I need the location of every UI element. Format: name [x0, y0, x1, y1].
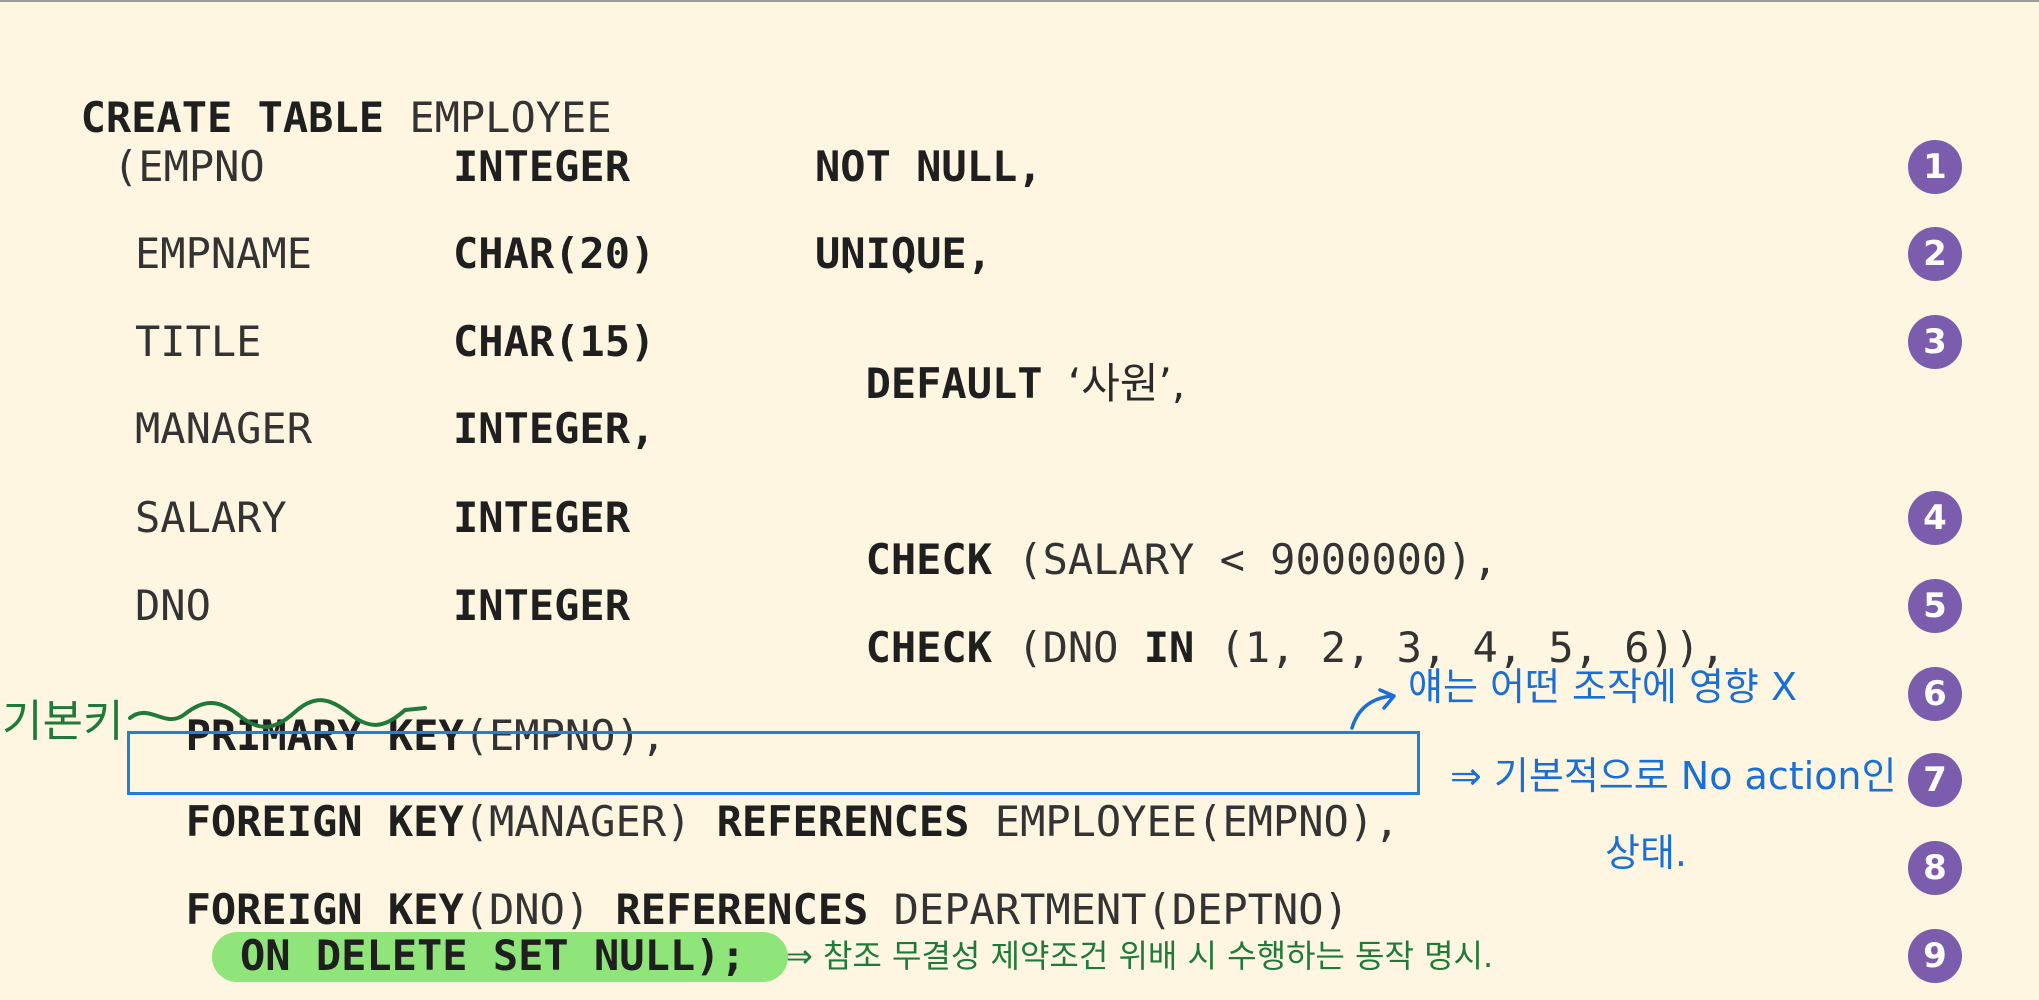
primary-key-handnote: 기본키 — [2, 696, 124, 747]
column-title-name: TITLE — [135, 317, 262, 366]
column-title-constraint: DEFAULT ‘사원’, — [815, 321, 1186, 408]
column-empno-constraint: NOT NULL, — [815, 142, 1043, 191]
check-keyword: CHECK — [865, 535, 993, 584]
column-empname-name: EMPNAME — [135, 229, 313, 278]
on-delete-handnote: ⇒ 참조 무결성 제약조건 위배 시 수행하는 동작 명시. — [786, 937, 1494, 975]
top-border — [0, 0, 2039, 2]
fk-handnote-top: 얘는 어떤 조작에 영향 X — [1408, 665, 1797, 709]
column-dno-type: INTEGER — [453, 581, 631, 630]
default-value: ‘사원’, — [1067, 359, 1186, 408]
column-salary-constraint: CHECK (SALARY < 9000000), — [815, 497, 1498, 581]
column-empname-constraint: UNIQUE, — [815, 229, 993, 278]
column-empno-name: (EMPNO — [113, 142, 265, 191]
column-salary-name: SALARY — [135, 493, 287, 542]
step-badge-1: 1 — [1908, 140, 1962, 194]
foreign-key-keyword: FOREIGN KEY — [185, 885, 464, 934]
step-badge-8: 8 — [1908, 841, 1962, 895]
step-badge-5: 5 — [1908, 579, 1962, 633]
check-keyword: CHECK — [865, 623, 993, 672]
fk-handnote-mid: ⇒ 기본적으로 No action인 — [1450, 754, 1897, 798]
step-badge-4: 4 — [1908, 491, 1962, 545]
step-badge-6: 6 — [1908, 667, 1962, 721]
column-empname-type: CHAR(20) — [453, 229, 656, 278]
foreign-key-keyword: FOREIGN KEY — [185, 797, 464, 846]
step-badge-7: 7 — [1908, 753, 1962, 807]
arrow-head-icon — [1378, 688, 1396, 710]
step-badge-2: 2 — [1908, 227, 1962, 281]
create-table-keyword: CREATE TABLE — [80, 93, 385, 142]
column-manager-type: INTEGER, — [453, 404, 656, 453]
fk-handnote-bottom: 상태. — [1605, 831, 1687, 875]
on-delete-set-null-clause: ON DELETE SET NULL); — [240, 931, 746, 980]
column-empno-type: INTEGER — [453, 142, 631, 191]
references-keyword: REFERENCES — [615, 885, 869, 934]
column-title-type: CHAR(15) — [453, 317, 656, 366]
column-dno-constraint: CHECK (DNO IN (1, 2, 3, 4, 5, 6)), — [865, 623, 1726, 672]
arrow-curve — [1350, 694, 1394, 730]
create-table-line: CREATE TABLE EMPLOYEE — [30, 55, 612, 139]
check-expression: (SALARY < 9000000), — [1017, 535, 1498, 584]
column-salary-type: INTEGER — [453, 493, 631, 542]
in-keyword: IN — [1143, 623, 1195, 672]
step-badge-9: 9 — [1908, 929, 1962, 983]
column-dno-name: DNO — [135, 581, 211, 630]
step-badge-3: 3 — [1908, 315, 1962, 369]
default-keyword: DEFAULT — [865, 359, 1043, 408]
references-keyword: REFERENCES — [716, 797, 970, 846]
foreign-key-annotation-box — [127, 731, 1420, 795]
foreign-key-dno-line: FOREIGN KEY(DNO) REFERENCES DEPARTMENT(D… — [185, 885, 1349, 934]
column-manager-name: MANAGER — [135, 404, 313, 453]
table-name: EMPLOYEE — [409, 93, 612, 142]
